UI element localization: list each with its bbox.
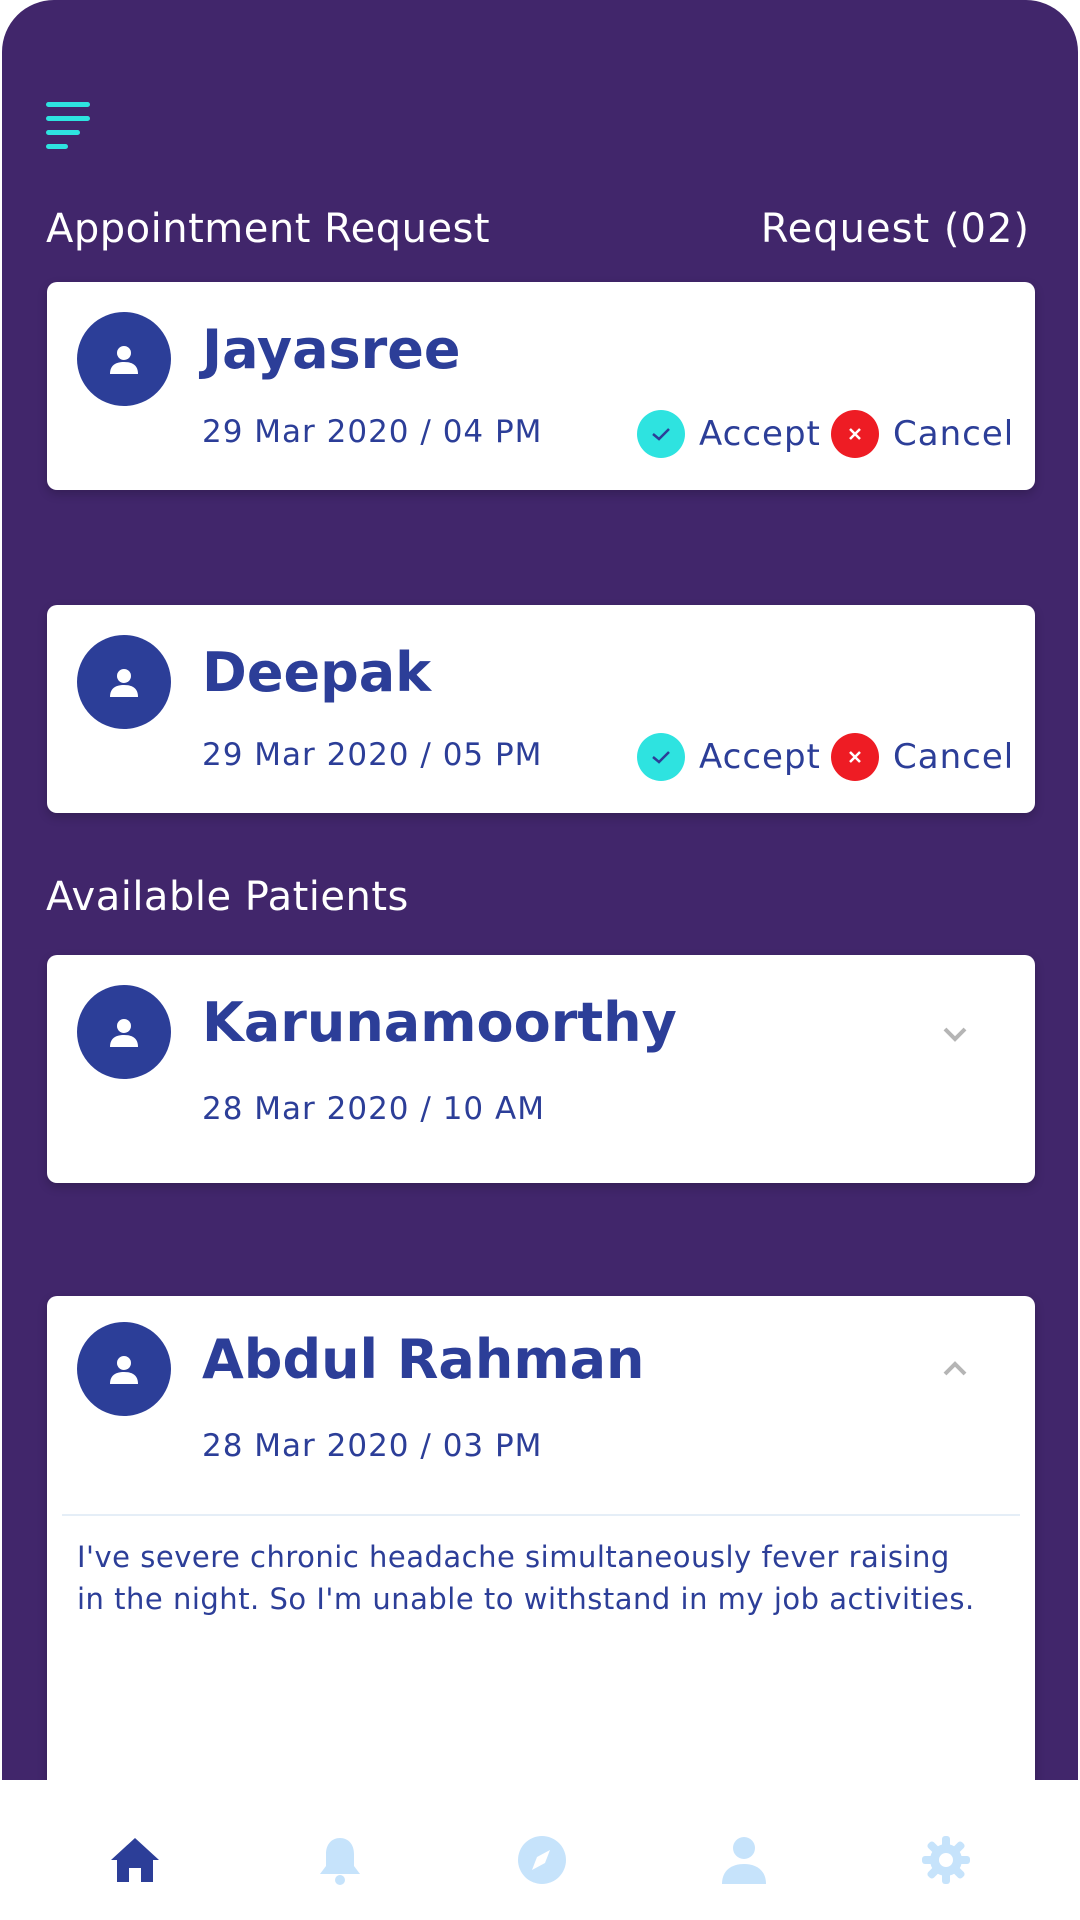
bottom-tab-bar (2, 1780, 1078, 1920)
close-icon (831, 733, 879, 781)
accept-label: Accept (699, 414, 821, 454)
person-icon (110, 1356, 138, 1384)
chevron-up-icon[interactable] (935, 1354, 975, 1384)
accept-label: Accept (699, 737, 821, 777)
avatar (77, 985, 171, 1079)
appointment-datetime: 29 Mar 2020 / 04 PM (202, 414, 543, 450)
accept-button[interactable]: Accept (637, 733, 821, 781)
check-icon (637, 733, 685, 781)
gear-icon[interactable] (918, 1832, 974, 1888)
chevron-down-icon[interactable] (935, 1019, 975, 1049)
cancel-button[interactable]: Cancel (831, 410, 1014, 458)
person-icon (110, 1019, 138, 1047)
app-screen: Appointment Request Request (02) Jayasre… (2, 0, 1078, 1920)
accept-button[interactable]: Accept (637, 410, 821, 458)
request-card: Jayasree 29 Mar 2020 / 04 PM Accept Canc… (47, 282, 1035, 490)
cancel-button[interactable]: Cancel (831, 733, 1014, 781)
appointment-datetime: 29 Mar 2020 / 05 PM (202, 737, 543, 773)
patient-name: Deepak (202, 641, 432, 704)
appointment-datetime: 28 Mar 2020 / 03 PM (202, 1428, 543, 1464)
bell-icon[interactable] (312, 1832, 368, 1888)
request-count: Request (02) (760, 206, 1030, 252)
person-icon (110, 346, 138, 374)
compass-icon[interactable] (514, 1832, 570, 1888)
close-icon (831, 410, 879, 458)
cancel-label: Cancel (893, 414, 1015, 454)
check-icon (637, 410, 685, 458)
user-icon[interactable] (716, 1832, 772, 1888)
patient-name: Karunamoorthy (202, 991, 677, 1054)
home-icon[interactable] (107, 1832, 163, 1888)
cancel-label: Cancel (893, 737, 1015, 777)
person-icon (110, 669, 138, 697)
patient-card-expanded[interactable]: Abdul Rahman 28 Mar 2020 / 03 PM I've se… (47, 1296, 1035, 1816)
patient-name: Jayasree (202, 318, 461, 381)
appointment-request-title: Appointment Request (46, 206, 491, 252)
hamburger-menu-icon[interactable] (46, 102, 102, 154)
patient-complaint-note: I've severe chronic headache simultaneou… (77, 1540, 975, 1616)
avatar (77, 635, 171, 729)
patient-name: Abdul Rahman (202, 1328, 645, 1391)
divider (62, 1514, 1020, 1516)
available-patients-title: Available Patients (46, 874, 409, 920)
request-card: Deepak 29 Mar 2020 / 05 PM Accept Cancel (47, 605, 1035, 813)
patient-card[interactable]: Karunamoorthy 28 Mar 2020 / 10 AM (47, 955, 1035, 1183)
avatar (77, 1322, 171, 1416)
appointment-datetime: 28 Mar 2020 / 10 AM (202, 1091, 545, 1127)
avatar (77, 312, 171, 406)
